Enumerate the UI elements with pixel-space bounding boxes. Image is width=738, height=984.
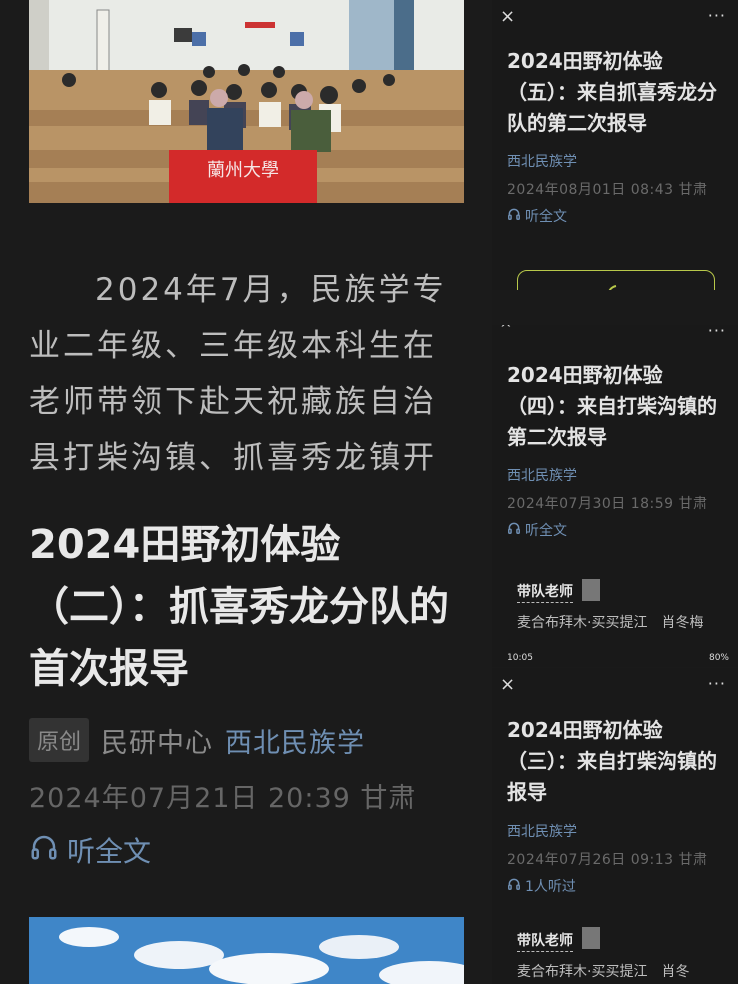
banner-text: 蘭州大學 — [207, 160, 279, 181]
teacher-photo — [582, 927, 600, 949]
classroom-photo: 蘭州大學 — [29, 0, 464, 203]
original-badge: 原创 — [29, 718, 90, 762]
status-time: 10:05 — [507, 653, 533, 663]
close-icon[interactable]: × — [500, 6, 515, 27]
teacher-label: 带队老师 — [517, 581, 573, 603]
status-bar: 10:05 80% — [507, 653, 729, 663]
sky-photo — [29, 917, 464, 984]
related-title[interactable]: 2024田野初体验（四）：来自打柴沟镇的第二次报导 — [507, 360, 729, 453]
battery-level: 80% — [708, 653, 729, 663]
headphones-icon — [29, 832, 59, 869]
publish-date: 2024年07月21日 20:39 甘肃 — [29, 783, 417, 814]
related-listen-button[interactable]: 听全文 — [507, 520, 567, 540]
headphones-icon — [507, 877, 521, 895]
headphones-icon — [507, 207, 521, 225]
related-title[interactable]: 2024田野初体验（三）：来自打柴沟镇的报导 — [507, 715, 729, 808]
listen-label: 听全文 — [67, 835, 152, 868]
related-article-3[interactable]: × ··· 2024田野初体验（三）：来自打柴沟镇的报导 西北民族学 2024年… — [492, 668, 738, 984]
more-icon[interactable]: ··· — [708, 325, 726, 340]
more-icon[interactable]: ··· — [708, 674, 726, 693]
related-date: 2024年07月26日 09:13 甘肃 — [507, 852, 708, 868]
related-account[interactable]: 西北民族学 — [507, 465, 577, 485]
related-account[interactable]: 西北民族学 — [507, 821, 577, 841]
main-article: 蘭州大學 2024年7月，民族学专业二年级、三年级本科生在老师带领下赴天祝藏族自… — [0, 0, 492, 984]
related-date: 2024年08月01日 08:43 甘肃 — [507, 182, 708, 198]
article-meta: 原创 民研中心 西北民族学 — [29, 718, 365, 762]
headphones-icon — [507, 521, 521, 539]
related-date: 2024年07月30日 18:59 甘肃 — [507, 496, 708, 512]
chevron-up-icon[interactable]: ^ — [500, 325, 512, 337]
decorative-swirl — [608, 285, 617, 290]
author-name: 民研中心 — [101, 727, 214, 759]
related-title[interactable]: 2024田野初体验（五）：来自抓喜秀龙分队的第二次报导 — [507, 46, 729, 139]
page-title: 2024田野初体验（二）：抓喜秀龙分队的首次报导 — [29, 522, 449, 692]
related-article-5[interactable]: × ··· 2024田野初体验（五）：来自抓喜秀龙分队的第二次报导 西北民族学 … — [492, 0, 738, 290]
teacher-names: 麦合布拜木·买买提江 肖冬 — [517, 964, 690, 980]
more-icon[interactable]: ··· — [708, 6, 726, 25]
related-listen-button[interactable]: 听全文 — [507, 206, 567, 226]
listen-button[interactable]: 听全文 — [29, 830, 151, 870]
teacher-names: 麦合布拜木·买买提江 肖冬梅 — [517, 615, 704, 631]
listen-count: 1人听过 — [507, 876, 576, 896]
teacher-photo — [582, 579, 600, 601]
article-paragraph: 2024年7月，民族学专业二年级、三年级本科生在老师带领下赴天祝藏族自治县打柴沟… — [29, 272, 447, 476]
close-icon[interactable]: × — [500, 674, 515, 695]
related-article-4[interactable]: ^ ··· 2024田野初体验（四）：来自打柴沟镇的第二次报导 西北民族学 20… — [492, 325, 738, 667]
related-account[interactable]: 西北民族学 — [507, 151, 577, 171]
teacher-label: 带队老师 — [517, 930, 573, 952]
account-link[interactable]: 西北民族学 — [225, 721, 365, 760]
